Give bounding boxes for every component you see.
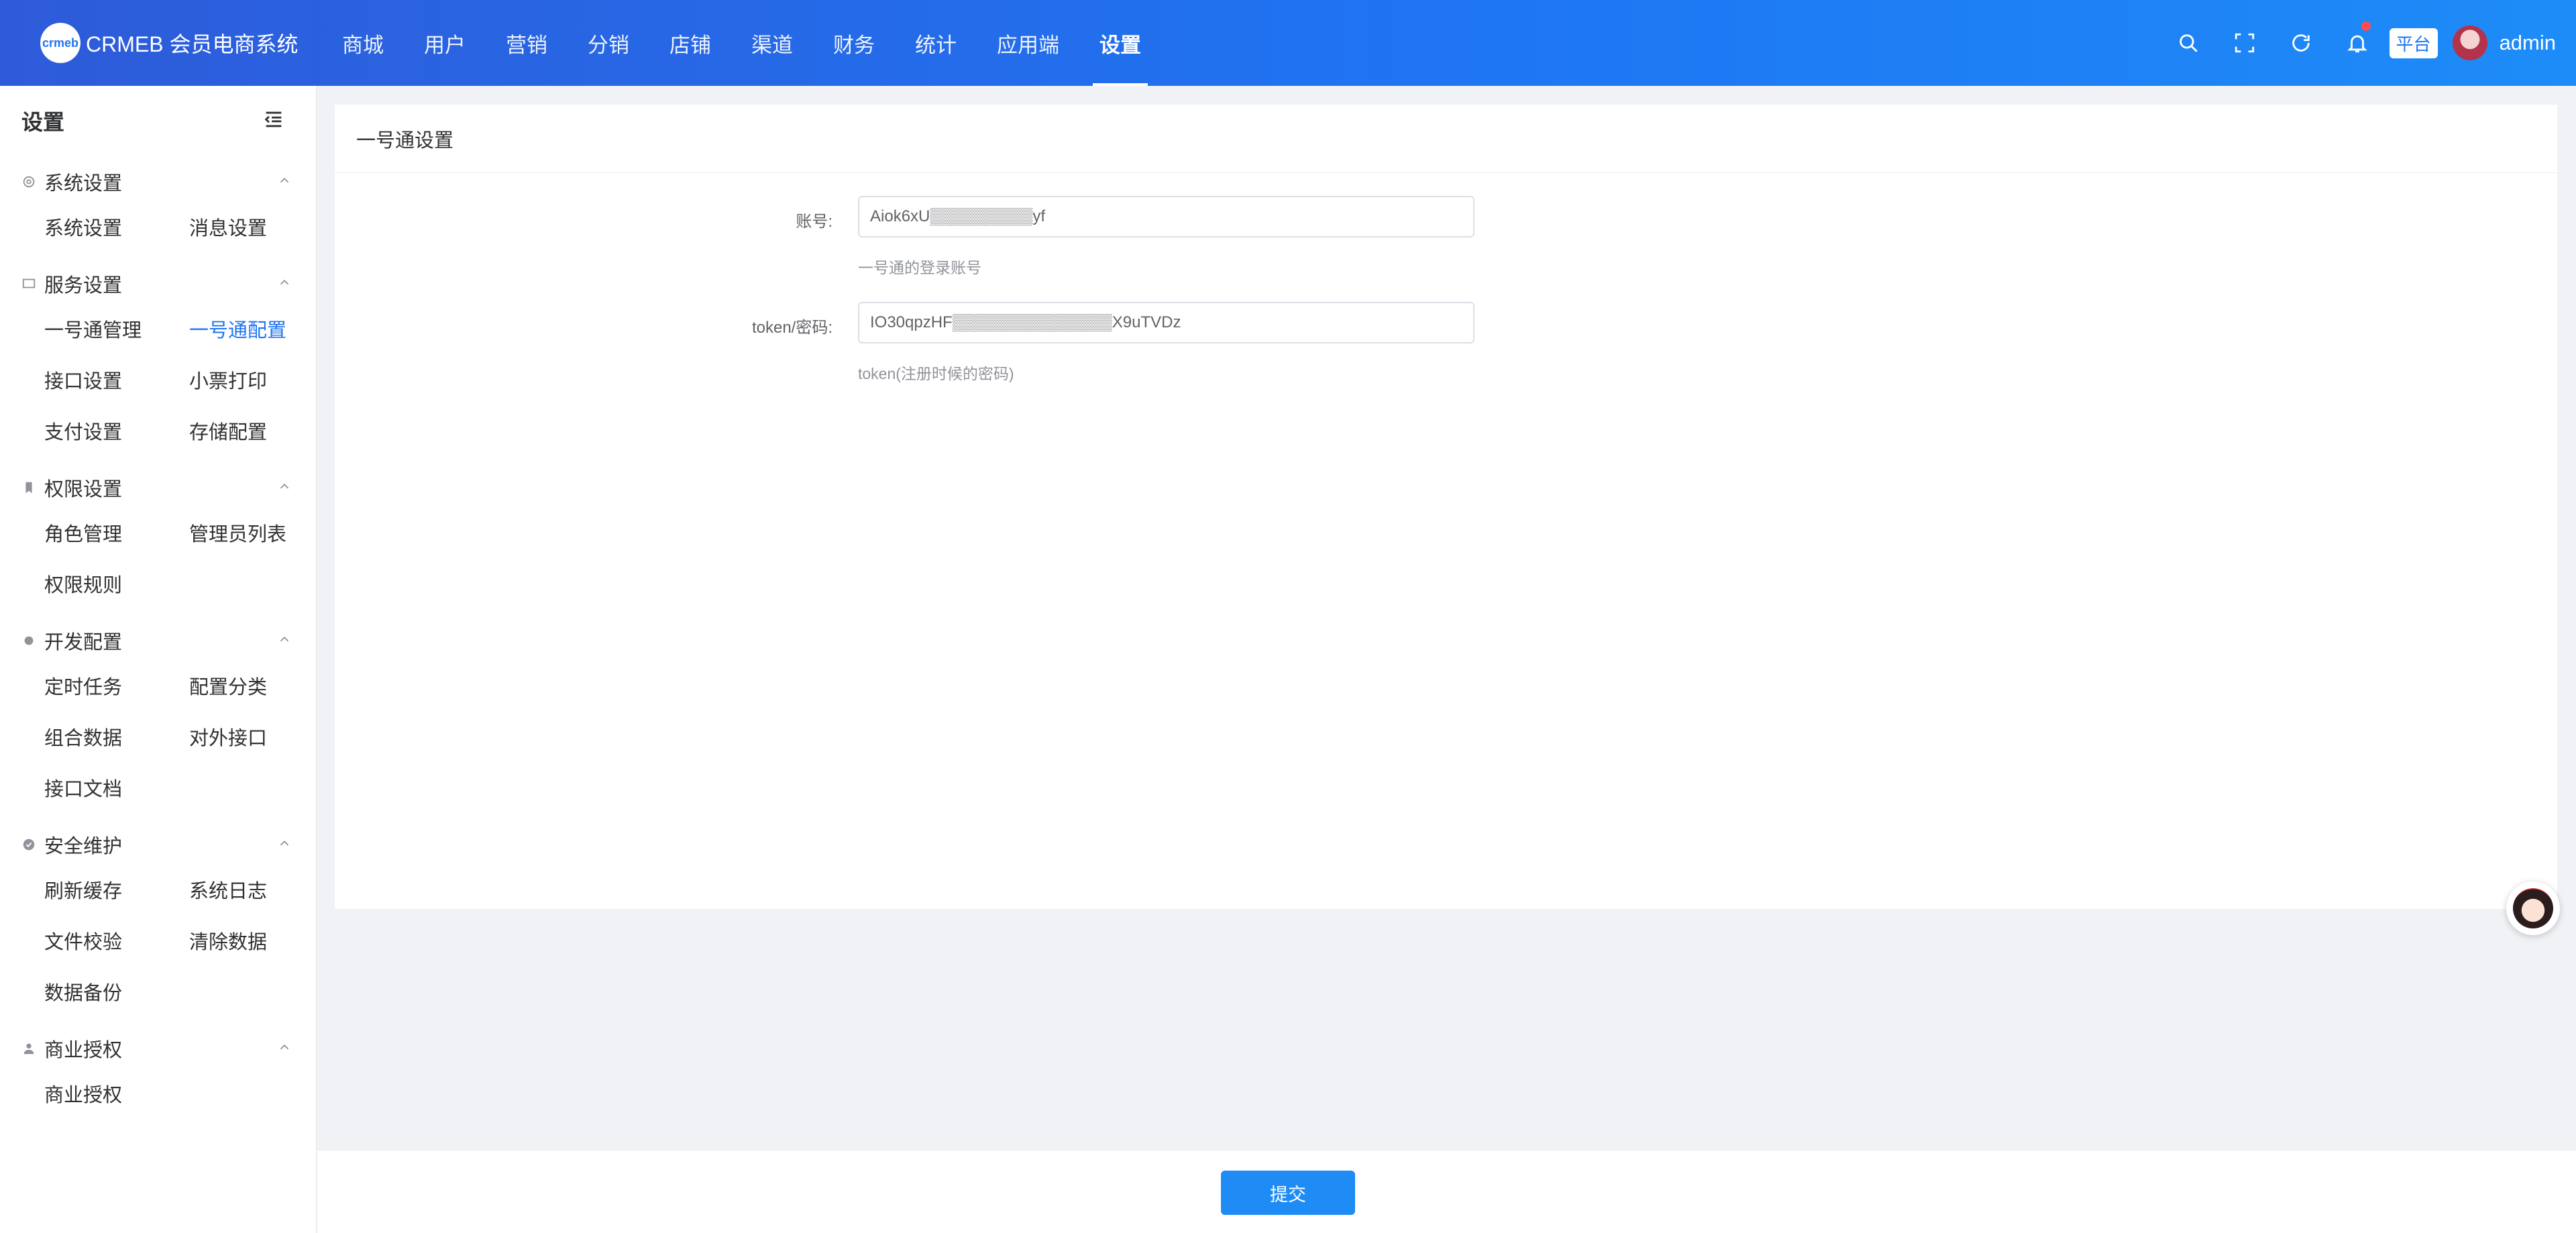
group-label: 系统设置 (44, 173, 123, 195)
sidebar-group-service: 服务设置 一号通管理 一号通配置 接口设置 小票打印 支付设置 存储配置 (0, 264, 316, 456)
sidebar-item-clear-data[interactable]: 清除数据 (189, 915, 334, 966)
sidebar-item-config-categories[interactable]: 配置分类 (189, 660, 334, 711)
chevron-up-icon (277, 1038, 292, 1060)
nav-item-channels[interactable]: 渠道 (731, 0, 813, 86)
account-hint: 一号通的登录账号 (858, 259, 981, 276)
brand-logo[interactable]: crmeb CRMEB 会员电商系统 (40, 23, 322, 63)
group-label: 安全维护 (44, 836, 123, 857)
platform-badge[interactable]: 平台 (2389, 28, 2438, 58)
sidebar-item-receipt-print[interactable]: 小票打印 (189, 354, 334, 405)
chevron-up-icon (277, 477, 292, 499)
avatar[interactable] (2452, 25, 2487, 60)
nav-item-settings[interactable]: 设置 (1079, 0, 1161, 86)
username[interactable]: admin (2500, 31, 2556, 55)
account-label: 账号: (796, 213, 833, 231)
service-agent-icon (2513, 888, 2553, 928)
sidebar-item-message-settings[interactable]: 消息设置 (189, 201, 334, 252)
group-header-license[interactable]: 商业授权 (0, 1029, 316, 1068)
sidebar-item-permission-rules[interactable]: 权限规则 (44, 558, 189, 609)
sidebar-item-admin-list[interactable]: 管理员列表 (189, 507, 334, 558)
nav-item-finance[interactable]: 财务 (813, 0, 895, 86)
gear-icon (21, 174, 36, 189)
bookmark-icon (21, 480, 36, 495)
group-header-dev[interactable]: 开发配置 (0, 621, 316, 660)
nav-item-marketing[interactable]: 营销 (486, 0, 568, 86)
sidebar-item-file-check[interactable]: 文件校验 (44, 915, 189, 966)
chevron-up-icon (277, 630, 292, 652)
sidebar-header: 设置 (0, 86, 316, 156)
card-title: 一号通设置 (335, 105, 2557, 173)
customer-service-button[interactable] (2506, 881, 2560, 935)
chevron-up-icon (277, 171, 292, 193)
nav-item-statistics[interactable]: 统计 (895, 0, 977, 86)
sidebar-item-api-docs[interactable]: 接口文档 (44, 762, 189, 813)
search-icon[interactable] (2160, 0, 2216, 86)
sidebar-item-yht-config[interactable]: 一号通配置 (189, 303, 334, 354)
group-header-permissions[interactable]: 权限设置 (0, 468, 316, 507)
chevron-up-icon (277, 273, 292, 295)
sidebar-item-data-backup[interactable]: 数据备份 (44, 966, 189, 1017)
sidebar-group-permissions: 权限设置 角色管理 管理员列表 权限规则 (0, 468, 316, 609)
sidebar-group-system: 系统设置 系统设置 消息设置 (0, 162, 316, 252)
sidebar-item-system-logs[interactable]: 系统日志 (189, 864, 334, 915)
sidebar-item-business-license[interactable]: 商业授权 (44, 1068, 189, 1119)
token-label: token/密码: (751, 319, 833, 337)
header-actions: 平台 admin (2160, 0, 2556, 86)
nav-item-distribution[interactable]: 分销 (568, 0, 649, 86)
sidebar-item-roles[interactable]: 角色管理 (44, 507, 189, 558)
check-circle-icon (21, 837, 36, 852)
group-header-system[interactable]: 系统设置 (0, 162, 316, 201)
user-icon (21, 1041, 36, 1056)
nav-item-mall[interactable]: 商城 (322, 0, 404, 86)
sidebar-title: 设置 (21, 110, 65, 134)
bottom-action-bar: 提交 (317, 1150, 2576, 1233)
group-label: 开发配置 (44, 632, 123, 653)
sidebar-item-storage-config[interactable]: 存储配置 (189, 405, 334, 456)
bell-icon[interactable] (2329, 0, 2385, 86)
sidebar-item-yht-management[interactable]: 一号通管理 (44, 303, 189, 354)
sidebar-item-group-data[interactable]: 组合数据 (44, 711, 189, 762)
group-label: 商业授权 (44, 1040, 123, 1061)
sidebar-group-license: 商业授权 商业授权 (0, 1029, 316, 1119)
group-label: 服务设置 (44, 275, 123, 297)
nav-item-users[interactable]: 用户 (404, 0, 486, 86)
logo-mark: crmeb (40, 23, 80, 63)
nav-item-apps[interactable]: 应用端 (977, 0, 1079, 86)
sidebar-item-refresh-cache[interactable]: 刷新缓存 (44, 864, 189, 915)
sidebar-group-dev: 开发配置 定时任务 配置分类 组合数据 对外接口 接口文档 (0, 621, 316, 813)
group-header-service[interactable]: 服务设置 (0, 264, 316, 303)
refresh-icon[interactable] (2273, 0, 2329, 86)
top-header: crmeb CRMEB 会员电商系统 商城 用户 营销 分销 店铺 渠道 财务 … (0, 0, 2576, 86)
collapse-menu-icon[interactable] (262, 108, 285, 134)
group-header-security[interactable]: 安全维护 (0, 825, 316, 864)
brand-name: CRMEB 会员电商系统 (86, 32, 299, 56)
token-input[interactable] (858, 302, 1474, 343)
monitor-icon (21, 276, 36, 291)
sidebar-item-api-settings[interactable]: 接口设置 (44, 354, 189, 405)
sidebar-item-payment-settings[interactable]: 支付设置 (44, 405, 189, 456)
sidebar-item-external-api[interactable]: 对外接口 (189, 711, 334, 762)
cog-icon (21, 633, 36, 648)
nav-item-stores[interactable]: 店铺 (649, 0, 731, 86)
sidebar-item-system-settings[interactable]: 系统设置 (44, 201, 189, 252)
account-input[interactable] (858, 196, 1474, 237)
sidebar-group-security: 安全维护 刷新缓存 系统日志 文件校验 清除数据 数据备份 (0, 825, 316, 1017)
sidebar: 设置 系统设置 系统设置 消息设置 服务设置 一号通管理 一号通配置 接口设置 … (0, 86, 317, 1233)
settings-card: 一号通设置 账号: 一号通的登录账号 token/密码: token(注册时候的… (335, 105, 2557, 909)
chevron-up-icon (277, 834, 292, 856)
group-label: 权限设置 (44, 479, 123, 500)
sidebar-item-cron-tasks[interactable]: 定时任务 (44, 660, 189, 711)
notification-dot (2361, 21, 2371, 31)
top-nav: 商城 用户 营销 分销 店铺 渠道 财务 统计 应用端 设置 (322, 0, 1161, 86)
token-hint: token(注册时候的密码) (858, 365, 1014, 382)
fullscreen-icon[interactable] (2216, 0, 2273, 86)
submit-button[interactable]: 提交 (1221, 1171, 1355, 1215)
